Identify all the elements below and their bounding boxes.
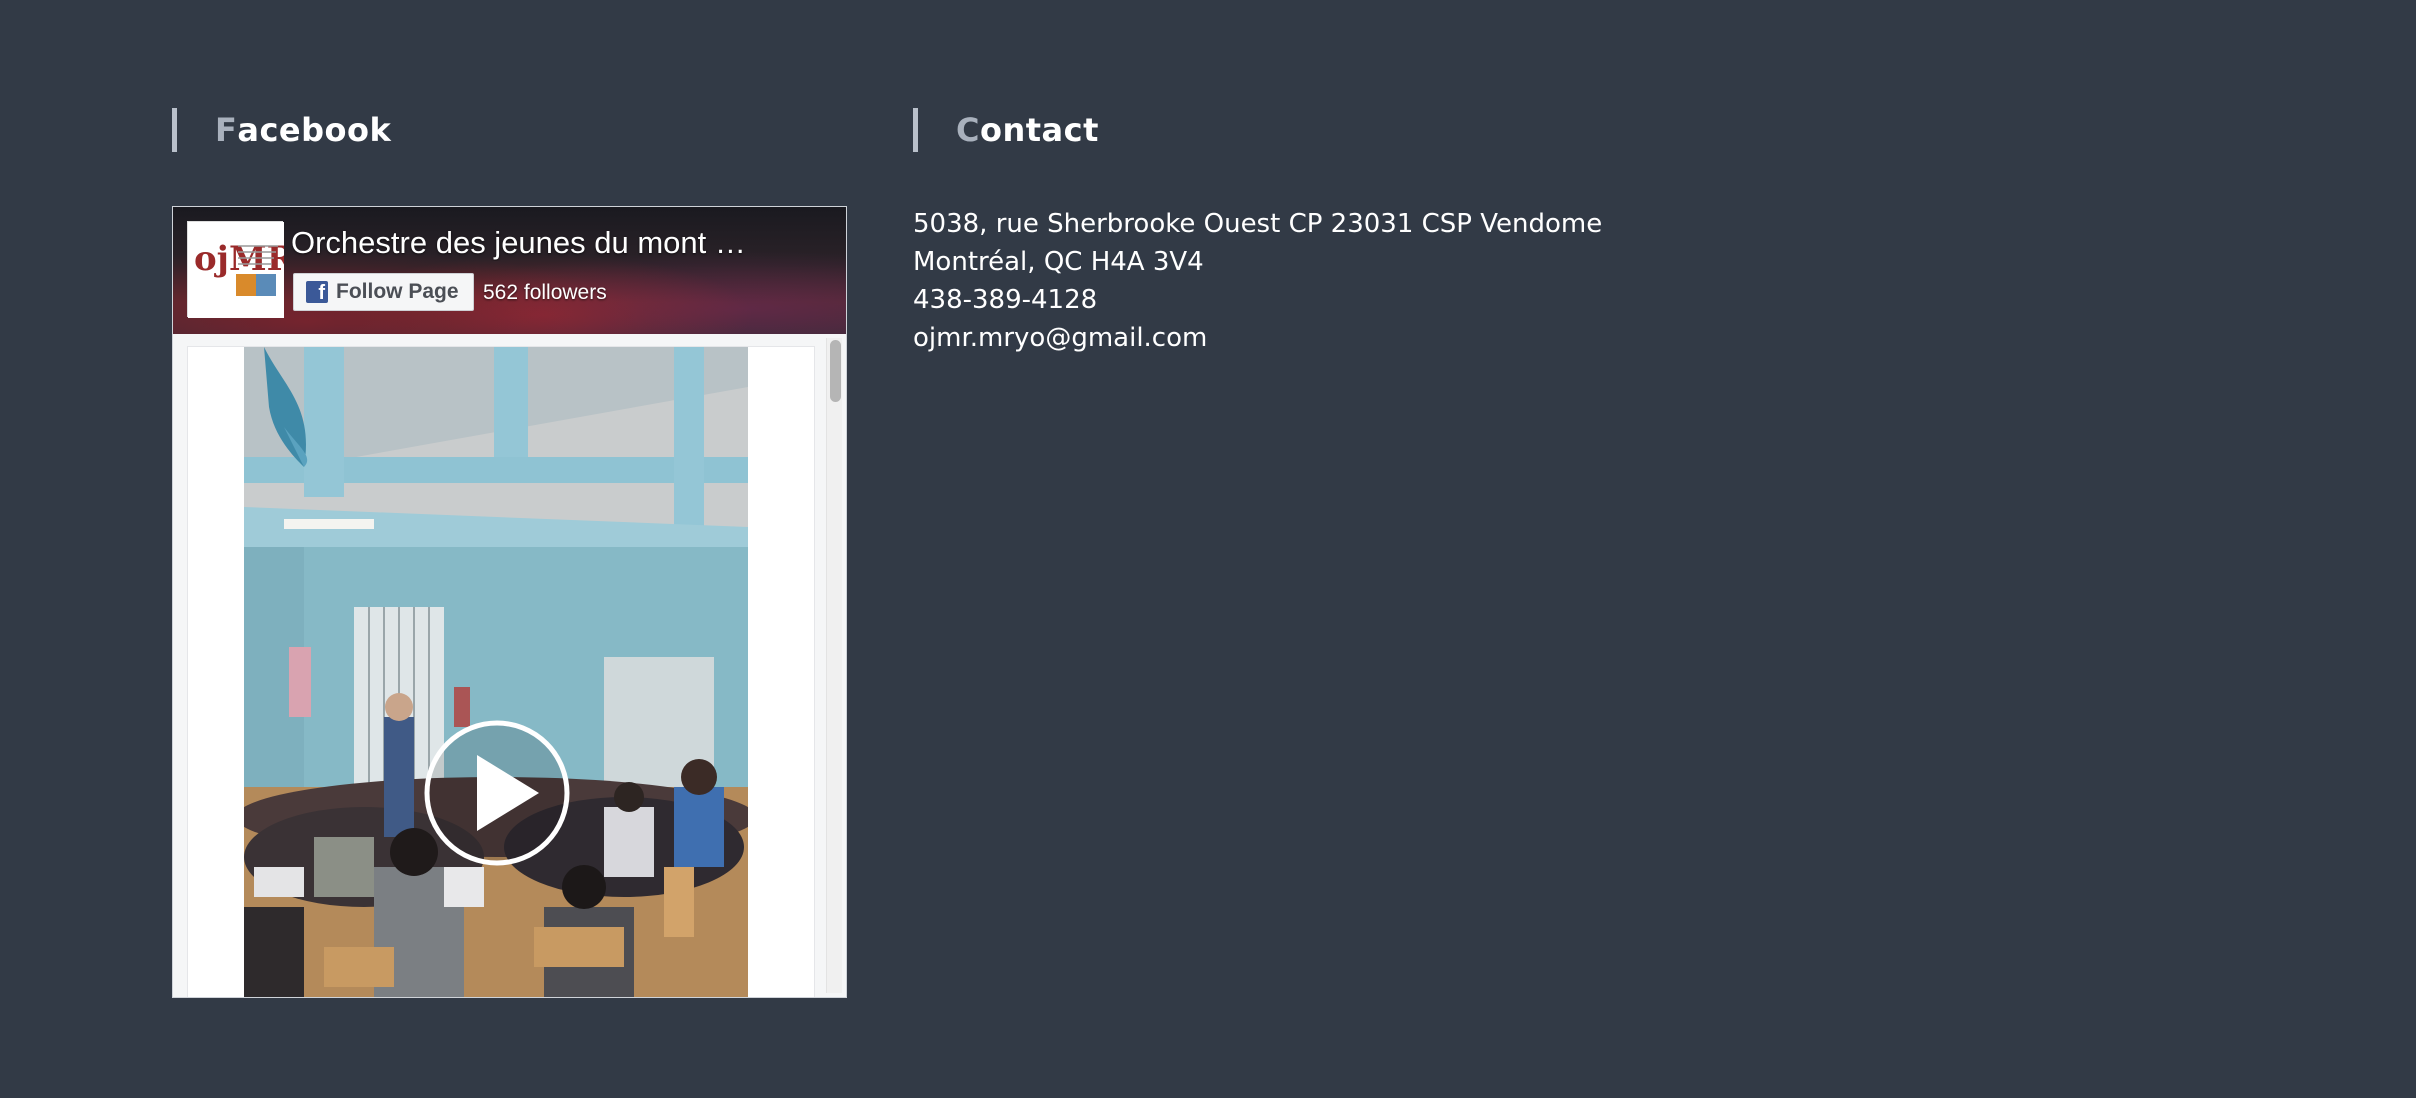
feed-scrollbar[interactable] (826, 338, 842, 993)
address-line-1: 5038, rue Sherbrooke Ouest CP 23031 CSP … (913, 209, 1603, 239)
contact-heading: Contact (913, 108, 1099, 152)
facebook-heading-initial: F (215, 111, 238, 149)
facebook-heading: Facebook (172, 108, 391, 152)
facebook-f-icon: f (306, 281, 328, 303)
page-avatar[interactable]: ojMR (187, 221, 284, 318)
phone-number[interactable]: 438-389-4128 (913, 281, 1602, 319)
orchestra-rehearsal-image (244, 347, 748, 997)
facebook-page-name[interactable]: Orchestre des jeunes du mont … (291, 225, 821, 261)
follow-page-label: Follow Page (336, 280, 459, 303)
facebook-post (187, 346, 815, 997)
address-line-2: Montréal, QC H4A 3V4 (913, 247, 1204, 277)
video-thumbnail[interactable] (244, 347, 748, 997)
facebook-feed[interactable] (173, 334, 846, 997)
contact-info: 5038, rue Sherbrooke Ouest CP 23031 CSP … (913, 205, 1602, 357)
facebook-cover-header[interactable]: ojMR Orchestre des jeunes du mont … f Fo… (173, 207, 846, 334)
email-link[interactable]: ojmr.mryo@gmail.com (913, 323, 1207, 353)
feed-scrollbar-thumb[interactable] (830, 340, 841, 402)
page-logo-image: ojMR (188, 222, 284, 318)
follow-page-button[interactable]: f Follow Page (293, 273, 474, 311)
contact-heading-rest: ontact (979, 111, 1099, 149)
logo-lettering: ojMR (194, 239, 284, 279)
facebook-page-widget: ojMR Orchestre des jeunes du mont … f Fo… (172, 206, 847, 998)
contact-heading-initial: C (956, 111, 980, 149)
followers-count: 562 followers (483, 281, 607, 304)
facebook-heading-rest: acebook (237, 111, 392, 149)
